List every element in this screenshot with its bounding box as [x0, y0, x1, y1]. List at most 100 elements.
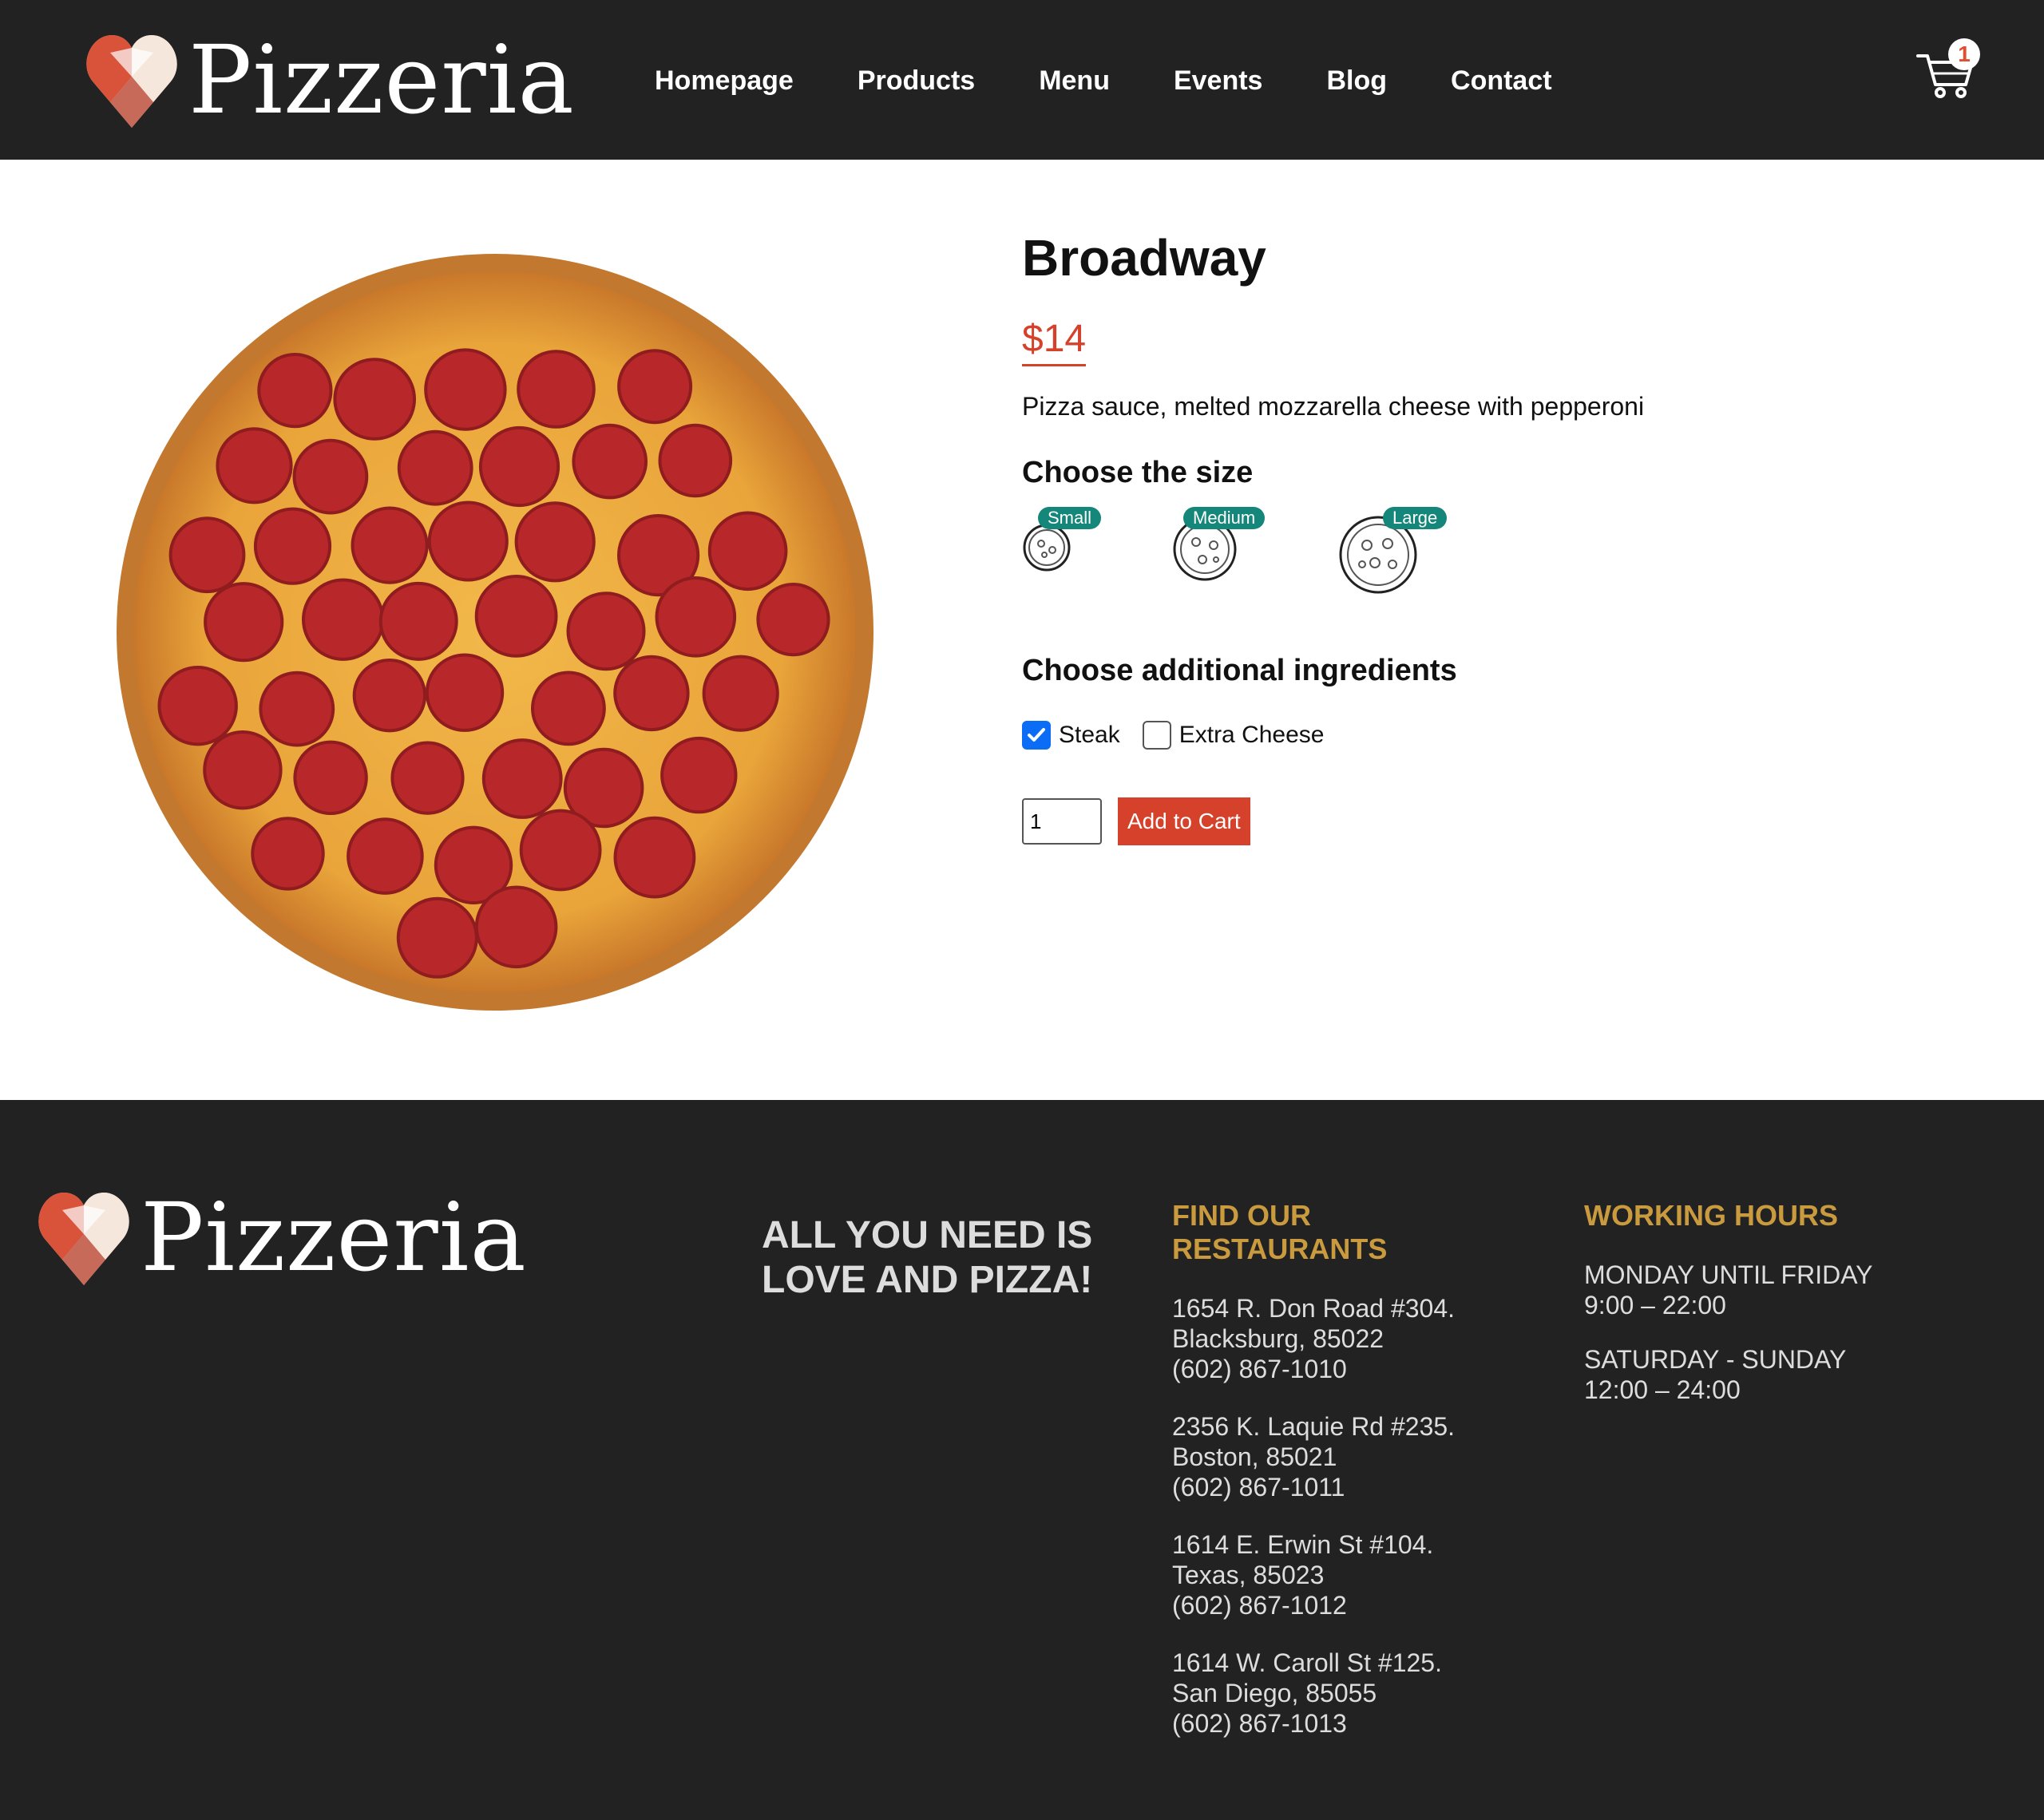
pepperoni-slice [531, 671, 606, 746]
address-phone[interactable]: (602) 867-1010 [1172, 1354, 1460, 1384]
restaurant-address: 2356 K. Laquie Rd #235. Boston, 85021 (6… [1172, 1411, 1460, 1502]
address-phone[interactable]: (602) 867-1012 [1172, 1590, 1460, 1620]
extra-cheese-checkbox[interactable] [1142, 721, 1171, 750]
pepperoni-slice [566, 592, 646, 671]
site-logo[interactable]: Pizzeria [86, 29, 575, 131]
pepperoni-slice [351, 506, 429, 584]
product-details: Broadway $14 Pizza sauce, melted mozzare… [1022, 228, 1980, 845]
ingredients-heading: Choose additional ingredients [1022, 654, 1457, 687]
restaurant-address: 1654 R. Don Road #304. Blacksburg, 85022… [1172, 1293, 1460, 1384]
size-tag-small: Small [1038, 507, 1102, 529]
pepperoni-slice [519, 809, 602, 892]
footer-logo[interactable]: Pizzeria [38, 1186, 527, 1288]
pepperoni-slice [481, 738, 563, 819]
hours-column: WORKING HOURS MONDAY UNTIL FRIDAY 9:00 –… [1584, 1199, 1873, 1405]
ingredient-extra-cheese[interactable]: Extra Cheese [1142, 721, 1325, 750]
pepperoni-slice [613, 655, 690, 732]
pepperoni-slice [707, 511, 788, 592]
pepperoni-slice [660, 736, 738, 814]
nav-blog[interactable]: Blog [1326, 62, 1387, 99]
hours-days: MONDAY UNTIL FRIDAY [1584, 1260, 1873, 1289]
steak-label: Steak [1059, 722, 1120, 748]
pepperoni-slice [517, 350, 596, 429]
main-nav: Homepage Products Menu Events Blog Conta… [655, 62, 1616, 99]
pepperoni-slice [756, 583, 830, 657]
pepperoni-slice [216, 427, 293, 504]
pepperoni-slice [397, 429, 473, 506]
hours-entry: MONDAY UNTIL FRIDAY 9:00 – 22:00 [1584, 1260, 1873, 1320]
pepperoni-slice [352, 659, 427, 733]
pepperoni-slice [157, 666, 238, 746]
product-title: Broadway [1022, 229, 1266, 287]
pepperoni-slice [378, 581, 458, 661]
size-tag-medium: Medium [1183, 507, 1266, 529]
nav-contact[interactable]: Contact [1451, 62, 1552, 99]
nav-menu[interactable]: Menu [1039, 62, 1110, 99]
hours-heading: WORKING HOURS [1584, 1199, 1838, 1232]
hours-time: 12:00 – 24:00 [1584, 1375, 1741, 1404]
ingredient-steak[interactable]: Steak [1022, 721, 1120, 750]
add-to-cart-button[interactable]: Add to Cart [1118, 797, 1250, 845]
address-street: 1614 W. Caroll St #125. [1172, 1648, 1442, 1677]
heart-logo-icon [38, 1193, 129, 1285]
pepperoni-slice [333, 358, 417, 441]
pepperoni-slice [613, 816, 696, 899]
footer-logo-text: Pizzeria [141, 1182, 527, 1292]
pepperoni-slice [251, 817, 325, 891]
pepperoni-slice [514, 501, 596, 583]
size-heading: Choose the size [1022, 456, 1254, 489]
pepperoni-slice [204, 582, 284, 663]
pepperoni-slice [424, 348, 507, 431]
pepperoni-slice [168, 516, 246, 594]
hours-days: SATURDAY - SUNDAY [1584, 1345, 1847, 1374]
pepperoni-slice [425, 653, 505, 732]
address-city: Boston, 85021 [1172, 1442, 1337, 1471]
restaurant-address: 1614 E. Erwin St #104. Texas, 85023 (602… [1172, 1529, 1460, 1620]
cart-count-badge: 1 [1948, 38, 1980, 70]
pepperoni-slice [658, 423, 733, 498]
pepperoni-slice [257, 353, 333, 429]
nav-products[interactable]: Products [858, 62, 975, 99]
address-city: San Diego, 85055 [1172, 1679, 1377, 1707]
site-footer: Pizzeria ALL YOU NEED IS LOVE AND PIZZA!… [0, 1100, 2044, 1820]
address-phone[interactable]: (602) 867-1013 [1172, 1708, 1460, 1739]
logo-text: Pizzeria [188, 25, 575, 135]
pepperoni-slice [347, 817, 424, 895]
purchase-row: Add to Cart [1022, 797, 1980, 845]
quantity-input[interactable] [1022, 798, 1102, 845]
hours-time: 9:00 – 22:00 [1584, 1291, 1726, 1320]
pepperoni-slice [474, 575, 558, 658]
pepperoni-slice [617, 349, 693, 425]
product-price: $14 [1022, 316, 1087, 366]
pepperoni-slice [390, 741, 465, 815]
pepperoni-slice [702, 655, 779, 732]
pepperoni-slice [302, 578, 385, 661]
address-phone[interactable]: (602) 867-1011 [1172, 1472, 1460, 1502]
pizza-image [117, 254, 873, 1011]
pepperoni-slice [203, 730, 283, 810]
pepperoni-slice [396, 896, 478, 979]
pepperoni-slice [259, 671, 335, 747]
pepperoni-slice [293, 740, 368, 815]
nav-events[interactable]: Events [1174, 62, 1263, 99]
hours-entry: SATURDAY - SUNDAY 12:00 – 24:00 [1584, 1344, 1873, 1405]
size-options: Small Medium Large [1022, 507, 1980, 619]
footer-slogan: ALL YOU NEED IS LOVE AND PIZZA! [762, 1214, 1093, 1301]
pepperoni-slice [474, 885, 558, 969]
extra-cheese-label: Extra Cheese [1178, 722, 1325, 748]
steak-checkbox[interactable] [1022, 721, 1051, 750]
address-city: Texas, 85023 [1172, 1561, 1325, 1589]
heart-logo-icon [86, 35, 177, 128]
address-street: 2356 K. Laquie Rd #235. [1172, 1412, 1456, 1441]
ingredients-list: Steak Extra Cheese [1022, 721, 1980, 750]
small-pizza-icon [1023, 524, 1071, 572]
address-street: 1654 R. Don Road #304. [1172, 1294, 1456, 1323]
restaurant-address: 1614 W. Caroll St #125. San Diego, 85055… [1172, 1648, 1460, 1739]
nav-homepage[interactable]: Homepage [655, 62, 794, 99]
site-header: Pizzeria Homepage Products Menu Events B… [0, 0, 2044, 160]
pepperoni-slice [253, 507, 332, 585]
address-street: 1614 E. Erwin St #104. [1172, 1530, 1434, 1559]
restaurants-column: FIND OUR RESTAURANTS 1654 R. Don Road #3… [1172, 1199, 1460, 1739]
pepperoni-slice [655, 576, 737, 658]
address-city: Blacksburg, 85022 [1172, 1324, 1384, 1353]
